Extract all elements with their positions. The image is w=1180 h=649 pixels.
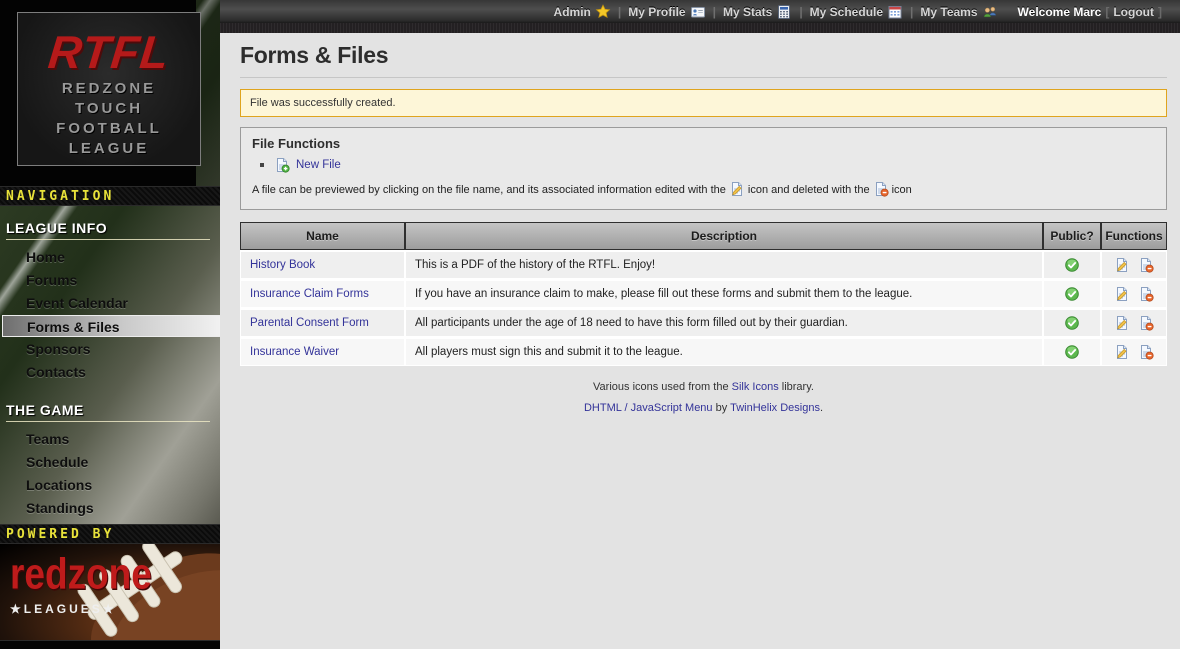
- navigation-banner: NAVIGATION: [0, 186, 220, 206]
- file-description: If you have an insurance claim to make, …: [405, 279, 1043, 308]
- menu-separator: |: [910, 5, 913, 19]
- menu-separator: |: [799, 5, 802, 19]
- twinhelix-link[interactable]: TwinHelix Designs: [730, 402, 820, 414]
- vcard-icon: [690, 4, 706, 20]
- sidebar-item-standings[interactable]: Standings: [0, 497, 220, 519]
- file-description: This is a PDF of the history of the RTFL…: [405, 250, 1043, 279]
- dhtml-menu-link[interactable]: DHTML / JavaScript Menu: [584, 402, 713, 414]
- file-functions-title: File Functions: [252, 136, 1155, 151]
- edit-file-icon[interactable]: [1114, 344, 1130, 360]
- footer-credits: Various icons used from the Silk Icons l…: [240, 381, 1167, 414]
- powered-by-area: POWERED BY redzone ★LEAGUES★: [0, 524, 220, 649]
- calculator-icon: [776, 4, 792, 20]
- top-menu-bar: Admin | My Profile | My Stats | My Sched…: [220, 0, 1180, 33]
- delete-file-icon[interactable]: [1138, 344, 1154, 360]
- file-name-link[interactable]: Insurance Waiver: [250, 346, 339, 358]
- menu-separator: |: [713, 5, 716, 19]
- file-name-link[interactable]: Insurance Claim Forms: [250, 288, 369, 300]
- group-icon: [982, 4, 998, 20]
- welcome-text: Welcome Marc: [1018, 5, 1102, 19]
- icons-credit-line: Various icons used from the Silk Icons l…: [240, 381, 1167, 393]
- sidebar-nav: LEAGUE INFO Home Forums Event Calendar F…: [0, 206, 220, 542]
- edit-file-icon[interactable]: [1114, 257, 1130, 273]
- new-file-link[interactable]: New File: [296, 159, 341, 171]
- page-add-icon[interactable]: [274, 157, 290, 173]
- league-logo-acronym: RTFL: [15, 25, 203, 79]
- page-delete-icon: [873, 181, 889, 197]
- powered-by-banner: POWERED BY: [0, 524, 220, 544]
- file-description: All participants under the age of 18 nee…: [405, 308, 1043, 337]
- section-title-league-info: LEAGUE INFO: [6, 220, 210, 240]
- flash-message: File was successfully created.: [240, 89, 1167, 117]
- column-header-functions: Functions: [1101, 222, 1167, 250]
- section-title-the-game: THE GAME: [6, 402, 210, 422]
- sidebar-item-forums[interactable]: Forums: [0, 269, 220, 291]
- column-header-name: Name: [240, 222, 405, 250]
- sidebar-item-contacts[interactable]: Contacts: [0, 361, 220, 383]
- table-row: Insurance Waiver All players must sign t…: [240, 337, 1167, 366]
- logout-link[interactable]: Logout: [1113, 5, 1154, 19]
- bullet-square: [260, 163, 264, 167]
- menu-my-schedule[interactable]: My Schedule: [810, 4, 903, 20]
- page-edit-icon: [729, 181, 745, 197]
- silk-icons-link[interactable]: Silk Icons: [732, 381, 779, 393]
- public-check-icon: [1064, 286, 1080, 302]
- table-row: Parental Consent Form All participants u…: [240, 308, 1167, 337]
- menu-my-profile[interactable]: My Profile: [628, 4, 705, 20]
- file-name-link[interactable]: History Book: [250, 259, 315, 271]
- sidebar-item-home[interactable]: Home: [0, 246, 220, 268]
- sidebar: RTFL REDZONE TOUCH FOOTBALL LEAGUE NAVIG…: [0, 0, 220, 649]
- star-icon: [595, 4, 611, 20]
- league-logo-area: RTFL REDZONE TOUCH FOOTBALL LEAGUE: [0, 0, 220, 186]
- delete-file-icon[interactable]: [1138, 315, 1154, 331]
- file-functions-help: A file can be previewed by clicking on t…: [252, 181, 1155, 197]
- public-check-icon: [1064, 257, 1080, 273]
- table-row: Insurance Claim Forms If you have an ins…: [240, 279, 1167, 308]
- sidebar-item-locations[interactable]: Locations: [0, 474, 220, 496]
- menu-my-teams[interactable]: My Teams: [920, 4, 997, 20]
- sidebar-item-schedule[interactable]: Schedule: [0, 451, 220, 473]
- public-check-icon: [1064, 344, 1080, 360]
- file-functions-box: File Functions New File A file can be pr…: [240, 127, 1167, 210]
- redzone-leagues-logo: redzone ★LEAGUES★: [0, 544, 220, 640]
- sidebar-item-sponsors[interactable]: Sponsors: [0, 338, 220, 360]
- sidebar-item-forms-files[interactable]: Forms & Files: [2, 315, 220, 337]
- file-name-link[interactable]: Parental Consent Form: [250, 317, 369, 329]
- sidebar-item-event-calendar[interactable]: Event Calendar: [0, 292, 220, 314]
- page-content: Forms & Files File was successfully crea…: [220, 33, 1180, 649]
- delete-file-icon[interactable]: [1138, 257, 1154, 273]
- page-title: Forms & Files: [240, 42, 1167, 69]
- menu-admin[interactable]: Admin: [554, 4, 611, 20]
- menu-my-stats[interactable]: My Stats: [723, 4, 792, 20]
- menu-credit-line: DHTML / JavaScript Menu by TwinHelix Des…: [240, 402, 1167, 414]
- menu-separator: |: [618, 5, 621, 19]
- sidebar-bottom-strip: [0, 640, 220, 649]
- table-row: History Book This is a PDF of the histor…: [240, 250, 1167, 279]
- public-check-icon: [1064, 315, 1080, 331]
- file-description: All players must sign this and submit it…: [405, 337, 1043, 366]
- files-table: Name Description Public? Functions Histo…: [240, 222, 1167, 366]
- main-area: Admin | My Profile | My Stats | My Sched…: [220, 0, 1180, 649]
- league-logo: RTFL REDZONE TOUCH FOOTBALL LEAGUE: [17, 12, 201, 166]
- calendar-icon: [887, 4, 903, 20]
- sidebar-item-teams[interactable]: Teams: [0, 428, 220, 450]
- title-divider: [240, 77, 1167, 78]
- delete-file-icon[interactable]: [1138, 286, 1154, 302]
- edit-file-icon[interactable]: [1114, 315, 1130, 331]
- redzone-wordmark: redzone: [10, 552, 152, 597]
- table-header-row: Name Description Public? Functions: [240, 222, 1167, 250]
- column-header-description: Description: [405, 222, 1043, 250]
- column-header-public: Public?: [1043, 222, 1101, 250]
- leagues-wordmark: ★LEAGUES★: [10, 602, 152, 616]
- edit-file-icon[interactable]: [1114, 286, 1130, 302]
